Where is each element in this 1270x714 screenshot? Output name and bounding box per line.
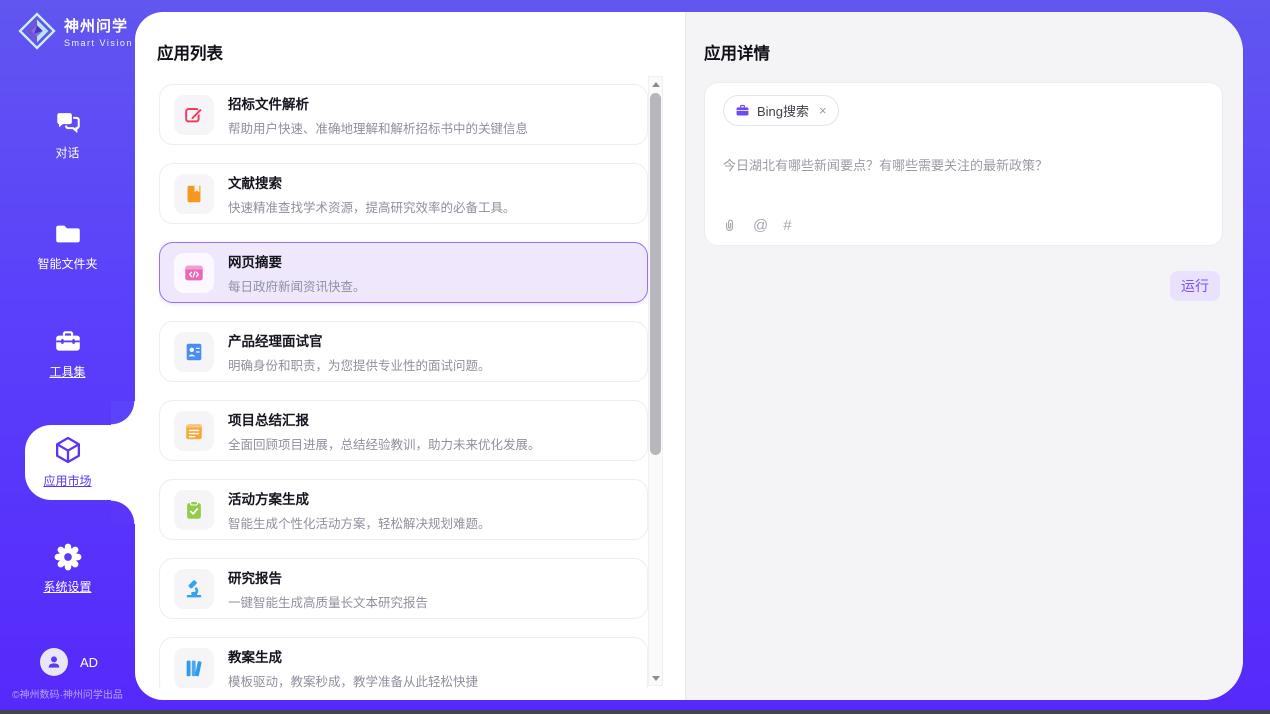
person-document-icon xyxy=(174,332,214,372)
scrollbar-up-arrow-icon[interactable] xyxy=(649,77,662,91)
cube-icon xyxy=(52,434,84,466)
content-area: 应用列表 招标文件解析 帮助用户快速、准确地理解和解析招标书中的关键信息 xyxy=(135,12,1243,700)
folder-icon xyxy=(53,219,83,249)
app-card-title: 教案生成 xyxy=(228,646,478,666)
app-card-web-summary[interactable]: 网页摘要 每日政府新闻资讯快查。 xyxy=(159,242,648,303)
brand-name: 神州问学 xyxy=(64,15,133,36)
app-card-title: 研究报告 xyxy=(228,567,428,587)
app-card-lesson-plan[interactable]: 教案生成 模板驱动，教案秒成，教学准备从此轻松快捷 xyxy=(159,637,648,688)
tool-chip-label: Bing搜索 xyxy=(757,101,809,120)
app-card-description: 一键智能生成高质量长文本研究报告 xyxy=(228,592,428,611)
app-card-description: 快速精准查找学术资源，提高研究效率的必备工具。 xyxy=(228,197,516,216)
app-card-description: 明确身份和职责，为您提供专业性的面试问题。 xyxy=(228,355,491,374)
app-detail-panel: 应用详情 Bing搜索 × 今日湖北有哪些新闻要点？有哪些需要关注的最新政策？ xyxy=(685,12,1243,700)
app-card-event-plan[interactable]: 活动方案生成 智能生成个性化活动方案，轻松解决规划难题。 xyxy=(159,479,648,540)
app-card-description: 模板驱动，教案秒成，教学准备从此轻松快捷 xyxy=(228,671,478,689)
sidebar-item-settings[interactable]: 系统设置 xyxy=(0,542,135,595)
user-initials: AD xyxy=(80,655,98,670)
attachment-icon[interactable] xyxy=(721,217,738,234)
browser-code-icon xyxy=(174,253,214,293)
person-icon xyxy=(46,654,62,670)
scrollbar-thumb[interactable] xyxy=(650,93,661,455)
app-card-title: 项目总结汇报 xyxy=(228,409,541,429)
app-card-project-summary[interactable]: 项目总结汇报 全面回顾项目进展，总结经验教训，助力未来优化发展。 xyxy=(159,400,648,461)
sidebar-item-toolset[interactable]: 工具集 xyxy=(0,327,135,380)
sidebar-item-chat[interactable]: 对话 xyxy=(0,108,135,161)
brand: 神州问学 Smart Vision xyxy=(18,12,133,50)
sidebar-item-label: 应用市场 xyxy=(0,472,135,489)
brand-logo-icon xyxy=(18,12,56,50)
app-card-description: 全面回顾项目进展，总结经验教训，助力未来优化发展。 xyxy=(228,434,541,453)
mention-icon[interactable]: @ xyxy=(753,217,768,234)
sidebar-item-label: 对话 xyxy=(0,144,135,161)
edit-document-icon xyxy=(174,95,214,135)
scrollbar-down-arrow-icon[interactable] xyxy=(649,671,662,685)
sidebar-item-label: 智能文件夹 xyxy=(0,255,135,272)
microscope-icon xyxy=(174,569,214,609)
app-card-title: 活动方案生成 xyxy=(228,488,491,508)
chip-close-icon[interactable]: × xyxy=(819,104,827,117)
prompt-card: Bing搜索 × 今日湖北有哪些新闻要点？有哪些需要关注的最新政策？ @ # xyxy=(704,82,1223,246)
sidebar-item-app-market[interactable]: 应用市场 xyxy=(0,434,135,489)
chat-icon xyxy=(53,108,83,138)
prompt-toolbar: @ # xyxy=(721,217,792,234)
app-window: 神州问学 Smart Vision 对话 智能文件夹 xyxy=(0,0,1270,714)
list-scrollbar[interactable] xyxy=(648,76,663,686)
avatar xyxy=(40,648,68,676)
app-list-title: 应用列表 xyxy=(157,40,223,64)
app-list: 招标文件解析 帮助用户快速、准确地理解和解析招标书中的关键信息 文献搜索 快速精… xyxy=(159,84,648,688)
books-icon xyxy=(174,648,214,688)
user-badge[interactable]: AD xyxy=(40,648,98,676)
sidebar: 神州问学 Smart Vision 对话 智能文件夹 xyxy=(0,0,135,710)
run-button[interactable]: 运行 xyxy=(1170,271,1220,301)
calendar-note-icon xyxy=(174,411,214,451)
app-card-bid-parsing[interactable]: 招标文件解析 帮助用户快速、准确地理解和解析招标书中的关键信息 xyxy=(159,84,648,145)
prompt-input[interactable]: 今日湖北有哪些新闻要点？有哪些需要关注的最新政策？ xyxy=(723,155,1203,174)
app-card-research-report[interactable]: 研究报告 一键智能生成高质量长文本研究报告 xyxy=(159,558,648,619)
clipboard-check-icon xyxy=(174,490,214,530)
app-card-title: 文献搜索 xyxy=(228,172,516,192)
hash-icon[interactable]: # xyxy=(783,217,791,234)
app-card-pm-interviewer[interactable]: 产品经理面试官 明确身份和职责，为您提供专业性的面试问题。 xyxy=(159,321,648,382)
app-card-title: 产品经理面试官 xyxy=(228,330,491,350)
app-card-title: 招标文件解析 xyxy=(228,93,528,113)
sidebar-item-label: 系统设置 xyxy=(0,578,135,595)
briefcase-icon xyxy=(735,103,750,118)
sidebar-item-smart-folder[interactable]: 智能文件夹 xyxy=(0,219,135,272)
book-icon xyxy=(174,174,214,214)
tool-chip-bing-search[interactable]: Bing搜索 × xyxy=(723,95,839,126)
app-detail-title: 应用详情 xyxy=(704,40,770,64)
app-card-description: 帮助用户快速、准确地理解和解析招标书中的关键信息 xyxy=(228,118,528,137)
gear-icon xyxy=(53,542,83,572)
sidebar-item-label: 工具集 xyxy=(0,363,135,380)
app-card-description: 每日政府新闻资讯快查。 xyxy=(228,276,366,295)
window-bottom-edge xyxy=(0,710,1270,714)
app-card-literature-search[interactable]: 文献搜索 快速精准查找学术资源，提高研究效率的必备工具。 xyxy=(159,163,648,224)
brand-subtitle: Smart Vision xyxy=(64,38,133,48)
app-card-title: 网页摘要 xyxy=(228,251,366,271)
toolbox-icon xyxy=(53,327,83,357)
copyright: ©神州数码·神州问学出品 xyxy=(0,686,135,701)
app-card-description: 智能生成个性化活动方案，轻松解决规划难题。 xyxy=(228,513,491,532)
